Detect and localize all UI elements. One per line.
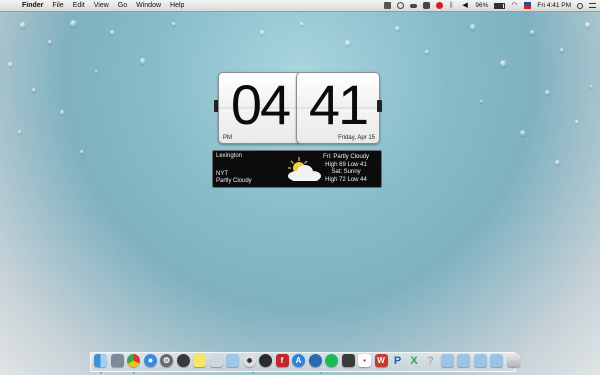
forecast-line: High 72 Low 44	[325, 176, 367, 183]
weather-forecast: Fri: Partly Cloudy High 69 Low 41 Sat: S…	[316, 154, 376, 184]
sync-icon[interactable]	[308, 354, 322, 367]
flag-icon[interactable]	[524, 2, 532, 9]
calendar-icon[interactable]: ▪	[358, 354, 371, 367]
menu-go[interactable]: Go	[118, 2, 127, 9]
menu-help[interactable]: Help	[170, 2, 184, 9]
compass-icon[interactable]	[176, 354, 190, 367]
running-indicator	[320, 372, 322, 374]
weather-region: NYT	[216, 171, 228, 177]
dock-icons: ⚙ f A ▪ W P X ?	[94, 354, 520, 367]
applications-icon[interactable]	[490, 354, 503, 367]
cloud-icon[interactable]	[410, 3, 418, 8]
clock-minutes: 41	[308, 73, 369, 136]
clock-date: Friday, Apr 15	[338, 135, 375, 141]
menu-view[interactable]: View	[94, 2, 109, 9]
running-indicator	[100, 372, 102, 374]
launchpad-icon[interactable]	[110, 354, 124, 367]
folder-icon[interactable]	[440, 354, 454, 367]
battery-icon[interactable]	[494, 2, 506, 9]
weather-widget[interactable]: Lexington NYT Partly Cloudy Fri: Partly …	[212, 150, 382, 188]
spotlight-icon[interactable]	[577, 2, 583, 9]
menu-clock[interactable]: Fri 4:41 PM	[537, 2, 571, 9]
dropbox-icon[interactable]	[384, 2, 392, 9]
preview-icon[interactable]	[209, 354, 223, 367]
documents-icon[interactable]	[473, 354, 487, 367]
word-icon[interactable]: W	[374, 354, 388, 367]
chrome-icon[interactable]	[127, 354, 140, 367]
messages-icon[interactable]	[423, 2, 431, 9]
forecast-line: High 69 Low 41	[325, 161, 367, 168]
wifi-icon[interactable]: ◠	[511, 2, 518, 9]
help-icon[interactable]: ?	[424, 354, 437, 367]
forecast-line: Fri: Partly Cloudy	[322, 154, 369, 160]
weather-city: Lexington	[216, 153, 243, 159]
notification-center-icon[interactable]	[589, 3, 596, 8]
flash-icon[interactable]: f	[275, 354, 289, 367]
running-indicator	[133, 372, 135, 374]
safari-icon[interactable]	[143, 354, 157, 367]
clock-hours-flap: 04 PM	[218, 72, 302, 144]
menu-bar: Finder File Edit View Go Window Help ᛒ ◀…	[0, 0, 600, 12]
running-indicator	[252, 372, 254, 374]
mail-icon[interactable]	[226, 354, 239, 367]
stop-icon[interactable]	[436, 2, 444, 9]
forecast-line: Sat: Sunny	[331, 169, 361, 175]
battery-percent[interactable]: 96%	[475, 2, 488, 9]
trash-icon[interactable]	[506, 354, 520, 367]
clock-hours: 04	[230, 73, 291, 136]
eye-icon[interactable]	[242, 354, 256, 367]
status-area: ᛒ ◀ 96% ◠ Fri 4:41 PM	[384, 0, 596, 11]
downloads-icon[interactable]	[457, 354, 470, 367]
app-store-icon[interactable]: A	[292, 354, 305, 367]
settings-icon[interactable]: ⚙	[160, 354, 173, 367]
spotify-icon[interactable]	[325, 354, 338, 367]
activity-monitor-icon[interactable]	[341, 354, 355, 367]
bluetooth-icon[interactable]: ᛒ	[449, 2, 456, 9]
powerpoint-icon[interactable]: P	[391, 354, 404, 367]
clock-minutes-flap: 41 Friday, Apr 15	[296, 72, 380, 144]
menu-edit[interactable]: Edit	[73, 2, 85, 9]
menu-window[interactable]: Window	[136, 2, 161, 9]
dvd-icon[interactable]	[259, 354, 272, 367]
menu-finder[interactable]: Finder	[22, 2, 43, 9]
notes-icon[interactable]	[193, 354, 206, 367]
clock-hinge-right	[377, 100, 382, 112]
menu-file[interactable]: File	[52, 2, 63, 9]
flip-clock-widget[interactable]: 04 PM 41 Friday, Apr 15	[214, 72, 382, 144]
clock-ampm: PM	[223, 135, 232, 141]
finder-icon[interactable]	[94, 354, 107, 367]
time-machine-icon[interactable]	[397, 2, 405, 9]
excel-icon[interactable]: X	[408, 354, 421, 367]
weather-condition: Partly Cloudy	[216, 178, 252, 184]
volume-icon[interactable]: ◀	[462, 2, 469, 9]
